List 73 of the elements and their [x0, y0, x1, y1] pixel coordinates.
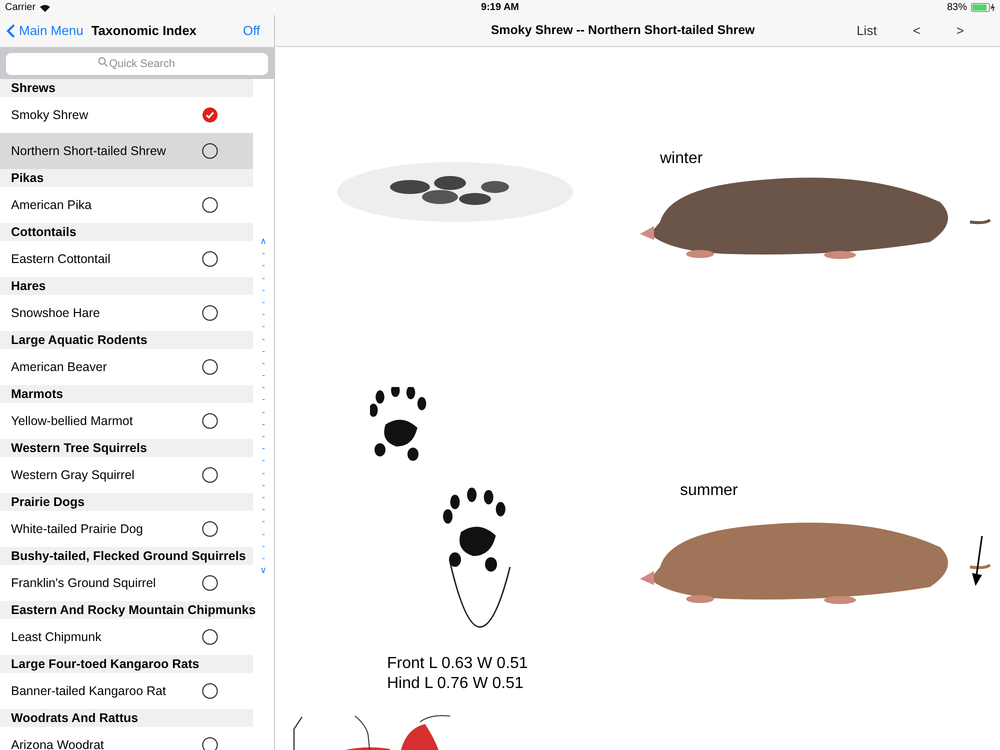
section-header: Hares [0, 277, 253, 295]
wifi-icon [40, 4, 50, 12]
index-mark[interactable]: ∨ [260, 564, 267, 576]
empty-circle-icon[interactable] [202, 305, 218, 321]
index-mark[interactable]: - [262, 503, 265, 516]
section-header: Pikas [0, 169, 253, 187]
index-mark[interactable]: - [262, 344, 265, 357]
index-mark[interactable]: ∧ [260, 235, 267, 248]
index-mark[interactable]: - [262, 552, 265, 564]
empty-circle-icon[interactable] [202, 251, 218, 267]
index-mark[interactable]: - [262, 393, 265, 406]
index-mark[interactable]: - [262, 466, 265, 479]
section-header: Cottontails [0, 223, 253, 241]
empty-circle-icon[interactable] [202, 197, 218, 213]
off-button[interactable]: Off [242, 21, 268, 41]
checked-circle-icon[interactable] [202, 107, 218, 123]
search-icon [98, 57, 108, 67]
index-mark[interactable]: - [262, 381, 265, 394]
quick-search-field[interactable]: Quick Search [6, 53, 268, 75]
index-mark[interactable]: - [262, 540, 265, 552]
detail-title: Smoky Shrew -- Northern Short-tailed Shrew [490, 22, 755, 40]
index-mark[interactable]: - [262, 259, 265, 272]
index-mark[interactable]: - [262, 320, 265, 332]
battery-percent: 83% [947, 1, 968, 15]
winter-label: winter [660, 149, 703, 169]
index-mark[interactable]: - [262, 296, 265, 308]
empty-circle-icon[interactable] [202, 683, 218, 699]
nav-button[interactable]: List [850, 20, 883, 40]
section-header: Prairie Dogs [0, 493, 253, 511]
index-mark[interactable]: - [262, 442, 265, 454]
arrow-icon [970, 535, 986, 587]
carrier-label: Carrier [5, 1, 36, 15]
empty-circle-icon[interactable] [202, 467, 218, 483]
chevron-left-icon [6, 24, 15, 38]
section-header: Shrews [0, 79, 253, 97]
section-header: Western Tree Squirrels [0, 439, 253, 457]
index-mark[interactable]: - [262, 454, 265, 467]
battery-icon [971, 3, 996, 12]
section-header: Large Four-toed Kangaroo Rats [0, 655, 253, 673]
sidebar-title: Taxonomic Index [91, 22, 198, 40]
section-header: Large Aquatic Rodents [0, 331, 253, 349]
index-mark[interactable]: - [262, 356, 265, 370]
empty-circle-icon[interactable] [202, 413, 218, 429]
clock: 9:19 AM [481, 1, 519, 15]
summer-label: summer [680, 481, 738, 501]
section-header: Eastern And Rocky Mountain Chipmunks [0, 601, 253, 619]
track-measurement: Front L 0.63 W 0.51 [387, 654, 528, 674]
nav-button[interactable]: > [950, 20, 970, 40]
empty-circle-icon[interactable] [202, 575, 218, 591]
species-row[interactable]: Northern Short-tailed Shrew [0, 133, 253, 169]
empty-circle-icon[interactable] [202, 521, 218, 537]
index-mark[interactable]: - [262, 490, 265, 504]
index-mark[interactable]: - [262, 478, 265, 491]
index-mark[interactable]: - [262, 247, 265, 260]
index-mark[interactable]: - [262, 369, 265, 382]
index-mark[interactable]: - [262, 272, 265, 284]
index-mark[interactable]: - [262, 418, 265, 430]
section-header: Marmots [0, 385, 253, 403]
section-header: Woodrats And Rattus [0, 709, 253, 727]
track-measurement: Hind L 0.76 W 0.51 [387, 674, 524, 694]
index-mark[interactable]: - [262, 308, 265, 320]
index-mark[interactable]: - [262, 528, 265, 540]
index-mark[interactable]: - [262, 515, 265, 528]
nav-button[interactable]: < [906, 20, 926, 40]
index-mark[interactable]: - [262, 284, 265, 296]
main-menu-back-button[interactable]: Main Menu [6, 21, 84, 41]
empty-circle-icon[interactable] [202, 143, 218, 159]
index-mark[interactable]: - [262, 332, 265, 345]
empty-circle-icon[interactable] [202, 359, 218, 375]
index-mark[interactable]: - [262, 406, 265, 418]
index-mark[interactable]: - [262, 430, 265, 442]
empty-circle-icon[interactable] [202, 629, 218, 645]
section-header: Bushy-tailed, Flecked Ground Squirrels [0, 547, 253, 565]
